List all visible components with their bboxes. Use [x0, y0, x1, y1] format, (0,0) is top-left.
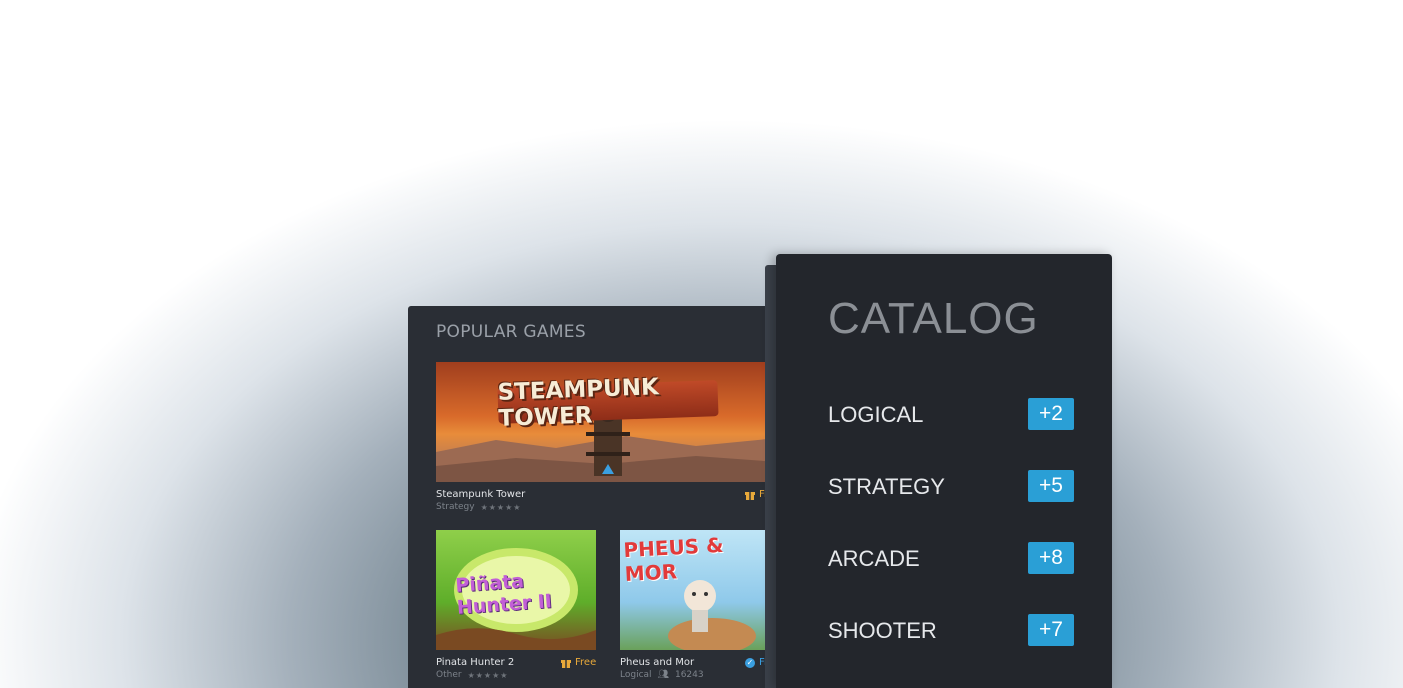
page-background: POPULAR GAMES STEAMPUNK TOWER Steampunk …	[0, 0, 1403, 688]
gift-icon	[745, 491, 755, 500]
pinata-hunter-badge-label: Free	[575, 657, 597, 668]
game-genre-pinata-hunter: Other	[436, 670, 462, 680]
pheus-and-mor-title-art: PHEUS & MOR	[622, 532, 725, 587]
catalog-item-count-badge: +7	[1028, 614, 1074, 646]
featured-game-rating: ★★★★★	[480, 502, 522, 512]
catalog-item-label: STRATEGY	[828, 474, 945, 499]
featured-game-meta: Strategy ★★★★★	[436, 502, 521, 512]
popular-games-panel: POPULAR GAMES STEAMPUNK TOWER Steampunk …	[408, 306, 778, 688]
game-rating-pinata-hunter: ★★★★★	[467, 670, 509, 680]
catalog-item-label: SHOOTER	[828, 618, 937, 643]
game-thumbnail-pheus-and-mor[interactable]: PHEUS & MOR	[620, 530, 778, 650]
game-meta-pheus-and-mor: Logical 👥︎ 16243	[620, 670, 704, 680]
catalog-title: CATALOG	[828, 294, 1039, 343]
check-circle-icon: ✓	[745, 657, 755, 668]
featured-game-title-art: STEAMPUNK TOWER	[497, 374, 719, 432]
popular-games-title: POPULAR GAMES	[436, 322, 586, 342]
catalog-item-label: LOGICAL	[828, 402, 924, 427]
game-name-pinata-hunter[interactable]: Pinata Hunter 2	[436, 657, 514, 668]
catalog-item-count-badge: +5	[1028, 470, 1074, 502]
users-icon: 👥︎	[657, 670, 669, 680]
catalog-item-count-badge: +2	[1028, 398, 1074, 430]
catalog-item-label: ARCADE	[828, 546, 920, 571]
catalog-item-count-badge: +8	[1028, 542, 1074, 574]
featured-game-genre: Strategy	[436, 502, 475, 512]
game-meta-pinata-hunter: Other ★★★★★	[436, 670, 508, 680]
catalog-panel: CATALOG LOGICAL +2 STRATEGY +5 ARCADE +8…	[776, 254, 1112, 688]
game-name-pheus-and-mor[interactable]: Pheus and Mor	[620, 657, 694, 668]
featured-game-image[interactable]: STEAMPUNK TOWER	[436, 362, 778, 482]
game-players-pheus-and-mor: 16243	[674, 670, 704, 680]
gift-icon	[561, 659, 571, 668]
game-thumbnail-pinata-hunter[interactable]: Piñata Hunter II	[436, 530, 596, 650]
featured-game-name[interactable]: Steampunk Tower	[436, 489, 525, 500]
catalog-item-shooter[interactable]: SHOOTER +7	[828, 614, 1074, 646]
catalog-item-logical[interactable]: LOGICAL +2	[828, 398, 1074, 430]
catalog-item-strategy[interactable]: STRATEGY +5	[828, 470, 1074, 502]
catalog-item-arcade[interactable]: ARCADE +8	[828, 542, 1074, 574]
pinata-hunter-free-badge: Free	[561, 657, 596, 668]
game-genre-pheus-and-mor: Logical	[620, 670, 652, 680]
